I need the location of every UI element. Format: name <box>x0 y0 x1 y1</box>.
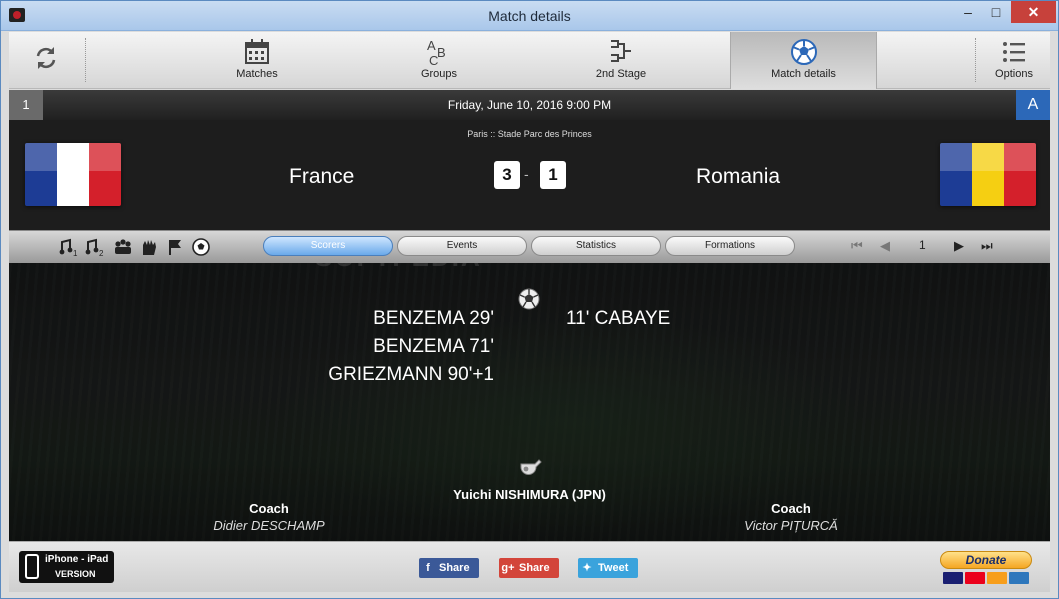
twitter-bird-icon: ✦ <box>582 562 592 574</box>
away-coach-name: Victor PIȚURCĂ <box>744 518 838 533</box>
toolbar-divider <box>85 38 86 82</box>
second-half-icon[interactable]: 2 <box>85 237 105 257</box>
whistle-icon <box>520 459 542 475</box>
tab-matches[interactable]: Matches <box>213 32 301 89</box>
phone-icon <box>25 554 39 579</box>
tab-scorers[interactable]: Scorers <box>263 236 393 256</box>
away-flag <box>940 143 1036 206</box>
home-flag-stripe <box>25 143 57 206</box>
maximize-button[interactable]: □ <box>983 1 1009 23</box>
home-score: 3 <box>494 161 520 189</box>
away-flag-stripe <box>940 143 972 206</box>
group-badge: A <box>1016 90 1050 120</box>
close-button[interactable]: ✕ <box>1011 1 1056 23</box>
refresh-icon <box>36 47 56 69</box>
donate-button[interactable]: Donate <box>940 551 1032 587</box>
svg-text:A: A <box>427 38 436 53</box>
calendar-icon <box>245 39 269 64</box>
tab-events[interactable]: Events <box>397 236 527 256</box>
svg-text:2: 2 <box>99 249 104 257</box>
abc-icon: A B C <box>427 38 446 66</box>
tab-options[interactable]: Options <box>985 32 1043 89</box>
home-flag <box>25 143 121 206</box>
refresh-button[interactable] <box>23 32 69 89</box>
scorers-panel: SOFTPEDIA BENZEMA 29' BENZEMA 71' GRIEZM… <box>9 263 1050 541</box>
away-team-name: Romania <box>696 165 781 188</box>
tab-match-details-label: Match details <box>771 68 836 80</box>
facebook-share-label: Share <box>439 562 470 574</box>
main-toolbar: Matches A B C Groups 2nd Stage Match det… <box>9 32 1050 89</box>
home-flag-stripe <box>57 143 89 206</box>
away-flag-stripe <box>1004 143 1036 206</box>
iphone-ipad-version-badge[interactable]: iPhone - iPad VERSION <box>19 551 114 583</box>
facebook-share-button[interactable]: f Share <box>419 558 479 578</box>
first-page-button[interactable]: ⏮ <box>851 238 863 254</box>
toolbar-divider <box>975 38 976 82</box>
tab-options-label: Options <box>995 68 1033 80</box>
tab-match-details[interactable]: Match details <box>730 32 877 89</box>
home-scorer: BENZEMA 29' <box>373 308 494 329</box>
tab-statistics[interactable]: Statistics <box>531 236 661 256</box>
goal-ball-icon <box>518 288 540 310</box>
goal-ball-icon[interactable] <box>191 237 211 257</box>
tab-matches-label: Matches <box>236 68 278 80</box>
detail-tabs-bar: 1 2 Scorers Events Statistics Formations… <box>9 230 1050 263</box>
title-bar: Match details – □ ✕ <box>1 1 1058 31</box>
away-score: 1 <box>540 161 566 189</box>
google-plus-share-label: Share <box>519 562 550 574</box>
home-flag-stripe <box>89 143 121 206</box>
mastercard-icon <box>965 572 985 584</box>
amex-card-icon <box>1009 572 1029 584</box>
home-scorer: BENZEMA 71' <box>373 336 494 357</box>
twitter-tweet-label: Tweet <box>598 562 629 574</box>
referee-name: Yuichi NISHIMURA (JPN) <box>453 487 606 502</box>
twitter-tweet-button[interactable]: ✦ Tweet <box>578 558 638 578</box>
svg-text:C: C <box>429 53 438 66</box>
app-badge-subtitle: VERSION <box>55 569 96 579</box>
first-half-icon[interactable]: 1 <box>59 237 79 257</box>
tab-2nd-stage[interactable]: 2nd Stage <box>577 32 665 89</box>
donate-label: Donate <box>940 551 1032 569</box>
app-badge-title: iPhone - iPad <box>45 554 109 565</box>
app-window: Match details – □ ✕ Matches A B C Groups… <box>0 0 1059 599</box>
watermark: SOFTPEDIA <box>315 263 482 273</box>
away-coach-label: Coach <box>771 501 811 516</box>
page-number[interactable]: 1 <box>919 238 926 252</box>
window-title: Match details <box>488 8 571 24</box>
tab-groups[interactable]: A B C Groups <box>395 32 483 89</box>
scoreboard: Paris :: Stade Parc des Princes France 3… <box>9 120 1050 230</box>
discover-card-icon <box>987 572 1007 584</box>
home-scorer: GRIEZMANN 90'+1 <box>328 364 494 385</box>
lineup-icon[interactable] <box>113 237 133 257</box>
facebook-icon: f <box>426 562 430 574</box>
last-page-button[interactable]: ⏭ <box>981 238 993 254</box>
next-page-button[interactable]: ▶ <box>954 238 964 254</box>
match-info-bar: 1 Friday, June 10, 2016 9:00 PM A <box>9 90 1050 120</box>
score-separator: - <box>524 166 529 182</box>
tab-2nd-stage-label: 2nd Stage <box>595 68 647 80</box>
payment-cards <box>943 572 1029 584</box>
footer-bar: iPhone - iPad VERSION f Share g+ Share ✦… <box>9 541 1050 592</box>
match-datetime: Friday, June 10, 2016 9:00 PM <box>447 98 612 112</box>
svg-text:1: 1 <box>73 249 78 257</box>
visa-card-icon <box>943 572 963 584</box>
glove-icon[interactable] <box>139 237 159 257</box>
bracket-icon <box>611 40 631 62</box>
prev-page-button[interactable]: ◀ <box>880 238 890 254</box>
away-scorer: 11' CABAYE <box>566 308 671 329</box>
google-plus-share-button[interactable]: g+ Share <box>499 558 559 578</box>
home-coach-label: Coach <box>249 501 289 516</box>
tab-groups-label: Groups <box>420 68 458 80</box>
soccer-ball-icon <box>790 39 817 65</box>
venue-text: Paris :: Stade Parc des Princes <box>467 129 592 139</box>
list-icon <box>1003 42 1025 62</box>
home-team-name: France <box>289 165 355 188</box>
tab-formations[interactable]: Formations <box>665 236 795 256</box>
minimize-button[interactable]: – <box>955 1 981 23</box>
home-coach-name: Didier DESCHAMP <box>213 518 325 533</box>
google-plus-icon: g+ <box>501 562 515 574</box>
away-flag-stripe <box>972 143 1004 206</box>
corner-flag-icon[interactable] <box>165 237 185 257</box>
